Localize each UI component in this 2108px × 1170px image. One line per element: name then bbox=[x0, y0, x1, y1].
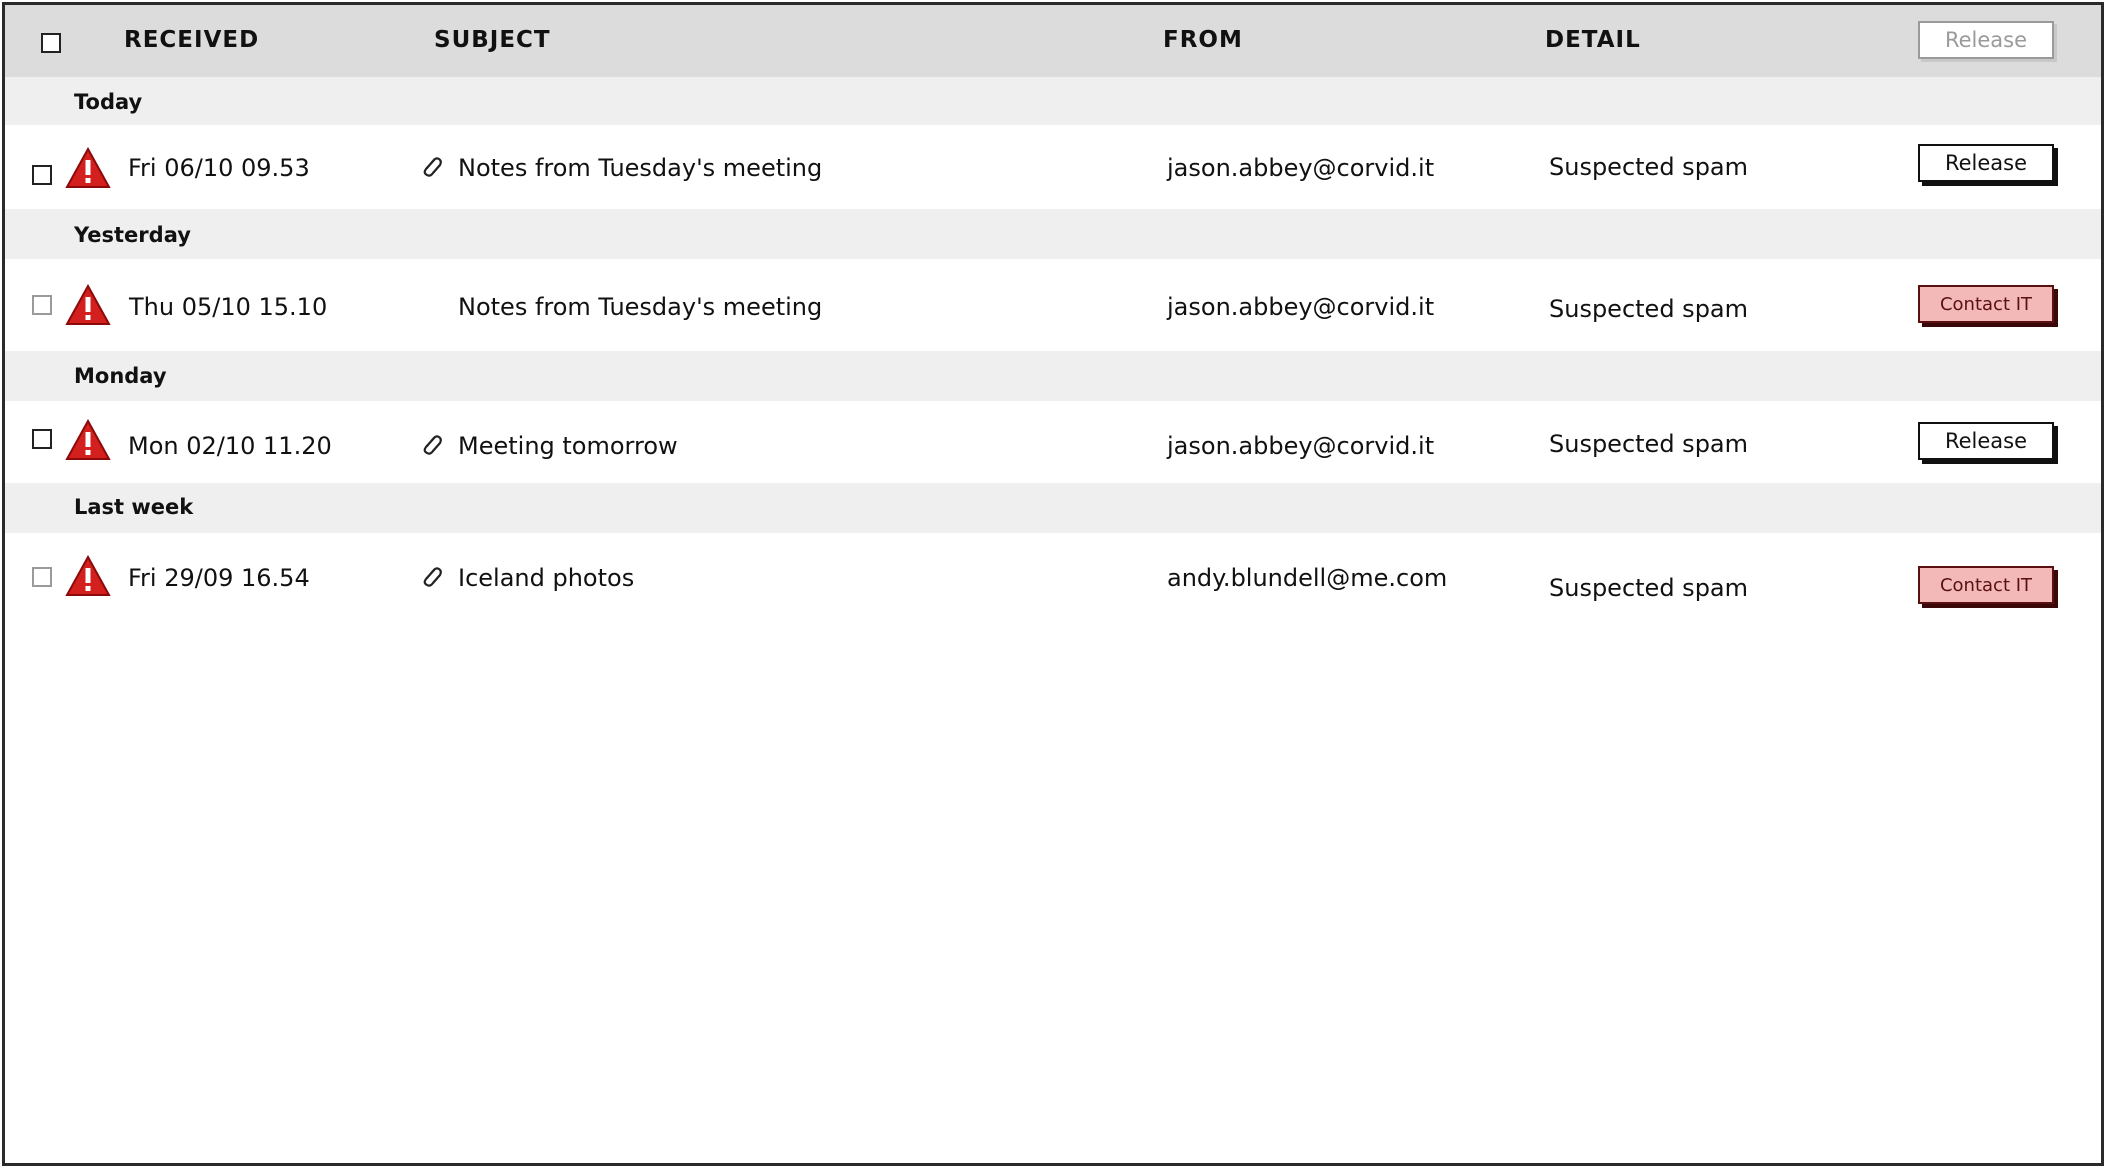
warning-triangle-icon bbox=[65, 419, 111, 460]
group-label: Yesterday bbox=[74, 223, 191, 247]
group-header-last-week: Last week bbox=[5, 483, 2101, 533]
detail-text: Suspected spam bbox=[1549, 295, 1749, 323]
group-label: Today bbox=[74, 90, 143, 114]
table-row[interactable]: Mon 02/10 11.20 Meeting tomorrow jason.a… bbox=[5, 401, 2101, 483]
empty-list-area bbox=[5, 633, 2101, 1163]
row-checkbox[interactable] bbox=[32, 295, 52, 315]
from-address: jason.abbey@corvid.it bbox=[1167, 293, 1435, 321]
group-header-today: Today bbox=[5, 77, 2101, 125]
release-button[interactable]: Release bbox=[1918, 144, 2054, 182]
group-header-yesterday: Yesterday bbox=[5, 209, 2101, 259]
header-received[interactable]: RECEIVED bbox=[124, 27, 259, 53]
quarantine-list-window: RECEIVED SUBJECT FROM DETAIL Release Tod… bbox=[2, 2, 2104, 1166]
paperclip-icon bbox=[423, 567, 442, 587]
header-detail[interactable]: DETAIL bbox=[1545, 27, 1641, 53]
paperclip-icon bbox=[423, 157, 442, 177]
row-checkbox[interactable] bbox=[32, 429, 52, 449]
table-row[interactable]: Thu 05/10 15.10 Notes from Tuesday's mee… bbox=[5, 259, 2101, 351]
group-label: Last week bbox=[74, 495, 194, 519]
from-address: jason.abbey@corvid.it bbox=[1167, 154, 1435, 182]
subject-text[interactable]: Meeting tomorrow bbox=[458, 432, 678, 460]
table-row[interactable]: Fri 06/10 09.53 Notes from Tuesday's mee… bbox=[5, 125, 2101, 209]
warning-triangle-icon bbox=[65, 284, 111, 325]
warning-triangle-icon bbox=[65, 555, 111, 596]
from-address: andy.blundell@me.com bbox=[1167, 564, 1448, 592]
release-button[interactable]: Release bbox=[1918, 422, 2054, 460]
received-date: Fri 06/10 09.53 bbox=[128, 154, 310, 182]
row-checkbox[interactable] bbox=[32, 567, 52, 587]
detail-text: Suspected spam bbox=[1549, 430, 1749, 458]
table-row[interactable]: Fri 29/09 16.54 Iceland photos andy.blun… bbox=[5, 533, 2101, 633]
table-header: RECEIVED SUBJECT FROM DETAIL Release bbox=[5, 5, 2101, 77]
contact-it-button[interactable]: Contact IT bbox=[1918, 285, 2054, 323]
detail-text: Suspected spam bbox=[1549, 574, 1749, 602]
detail-text: Suspected spam bbox=[1549, 153, 1749, 181]
subject-text[interactable]: Notes from Tuesday's meeting bbox=[458, 293, 822, 321]
row-checkbox[interactable] bbox=[32, 165, 52, 185]
received-date: Fri 29/09 16.54 bbox=[128, 564, 310, 592]
subject-text[interactable]: Iceland photos bbox=[458, 564, 634, 592]
received-date: Thu 05/10 15.10 bbox=[129, 293, 328, 321]
received-date: Mon 02/10 11.20 bbox=[128, 432, 332, 460]
bulk-release-button[interactable]: Release bbox=[1918, 21, 2054, 59]
contact-it-button[interactable]: Contact IT bbox=[1918, 566, 2054, 604]
header-subject[interactable]: SUBJECT bbox=[434, 27, 551, 53]
paperclip-icon bbox=[423, 435, 442, 455]
from-address: jason.abbey@corvid.it bbox=[1167, 432, 1435, 460]
subject-text[interactable]: Notes from Tuesday's meeting bbox=[458, 154, 822, 182]
group-label: Monday bbox=[74, 364, 167, 388]
group-header-monday: Monday bbox=[5, 351, 2101, 401]
header-from[interactable]: FROM bbox=[1163, 27, 1243, 53]
warning-triangle-icon bbox=[65, 147, 111, 188]
select-all-checkbox[interactable] bbox=[41, 33, 61, 53]
